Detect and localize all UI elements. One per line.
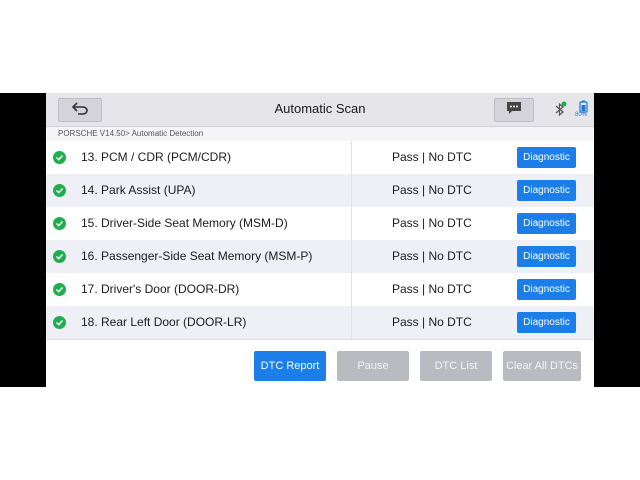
scan-result: Pass | No DTC	[392, 315, 472, 329]
header-bar: Automatic Scan 80%	[46, 93, 594, 127]
check-icon	[53, 283, 66, 296]
check-icon	[53, 217, 66, 230]
system-name: 14. Park Assist (UPA)	[81, 183, 196, 197]
list-item: 16. Passenger-Side Seat Memory (MSM-P) P…	[46, 240, 594, 274]
column-divider	[351, 240, 352, 273]
diagnostic-button[interactable]: Diagnostic	[517, 246, 576, 267]
breadcrumb-vehicle: PORSCHE V14.50	[58, 129, 126, 138]
message-icon	[506, 101, 522, 120]
breadcrumb: PORSCHE V14.50> Automatic Detection	[46, 127, 594, 141]
diagnostic-button[interactable]: Diagnostic	[517, 180, 576, 201]
diagnostic-button[interactable]: Diagnostic	[517, 213, 576, 234]
scan-result: Pass | No DTC	[392, 216, 472, 230]
scan-result: Pass | No DTC	[392, 249, 472, 263]
system-name: 18. Rear Left Door (DOOR-LR)	[81, 315, 247, 329]
footer-toolbar: DTC Report Pause DTC List Clear All DTCs	[46, 347, 594, 387]
system-name: 17. Driver's Door (DOOR-DR)	[81, 282, 240, 296]
dtc-list-button[interactable]: DTC List	[420, 351, 492, 381]
pause-button[interactable]: Pause	[337, 351, 409, 381]
system-name: 16. Passenger-Side Seat Memory (MSM-P)	[81, 249, 313, 263]
system-name: 15. Driver-Side Seat Memory (MSM-D)	[81, 216, 288, 230]
scan-result: Pass | No DTC	[392, 183, 472, 197]
breadcrumb-page: Automatic Detection	[129, 129, 204, 138]
check-icon	[53, 316, 66, 329]
diagnostic-button[interactable]: Diagnostic	[517, 312, 576, 333]
list-item: 15. Driver-Side Seat Memory (MSM-D) Pass…	[46, 207, 594, 241]
list-item: 17. Driver's Door (DOOR-DR) Pass | No DT…	[46, 273, 594, 307]
system-name: 13. PCM / CDR (PCM/CDR)	[81, 150, 232, 164]
column-divider	[351, 141, 352, 174]
check-icon	[53, 250, 66, 263]
list-item: 18. Rear Left Door (DOOR-LR) Pass | No D…	[46, 306, 594, 340]
check-icon	[53, 151, 66, 164]
bluetooth-icon	[553, 101, 567, 119]
scan-result: Pass | No DTC	[392, 150, 472, 164]
check-icon	[53, 184, 66, 197]
message-button[interactable]	[494, 98, 534, 122]
column-divider	[351, 207, 352, 240]
diagnostic-button[interactable]: Diagnostic	[517, 279, 576, 300]
column-divider	[351, 174, 352, 207]
list-item: 14. Park Assist (UPA) Pass | No DTC Diag…	[46, 174, 594, 208]
back-button[interactable]	[58, 98, 102, 122]
page-title: Automatic Scan	[274, 101, 366, 116]
back-arrow-icon	[70, 101, 90, 120]
device-screen: Automatic Scan 80% PORSCHE V14.50> Autom…	[46, 93, 594, 387]
dtc-report-button[interactable]: DTC Report	[254, 351, 326, 381]
diagnostic-button[interactable]: Diagnostic	[517, 147, 576, 168]
system-list[interactable]: 13. PCM / CDR (PCM/CDR) Pass | No DTC Di…	[46, 141, 594, 347]
column-divider	[351, 273, 352, 306]
clear-all-dtcs-button[interactable]: Clear All DTCs	[503, 351, 581, 381]
battery-label: 80%	[575, 112, 588, 118]
list-item: 13. PCM / CDR (PCM/CDR) Pass | No DTC Di…	[46, 141, 594, 175]
column-divider	[351, 306, 352, 339]
scan-result: Pass | No DTC	[392, 282, 472, 296]
